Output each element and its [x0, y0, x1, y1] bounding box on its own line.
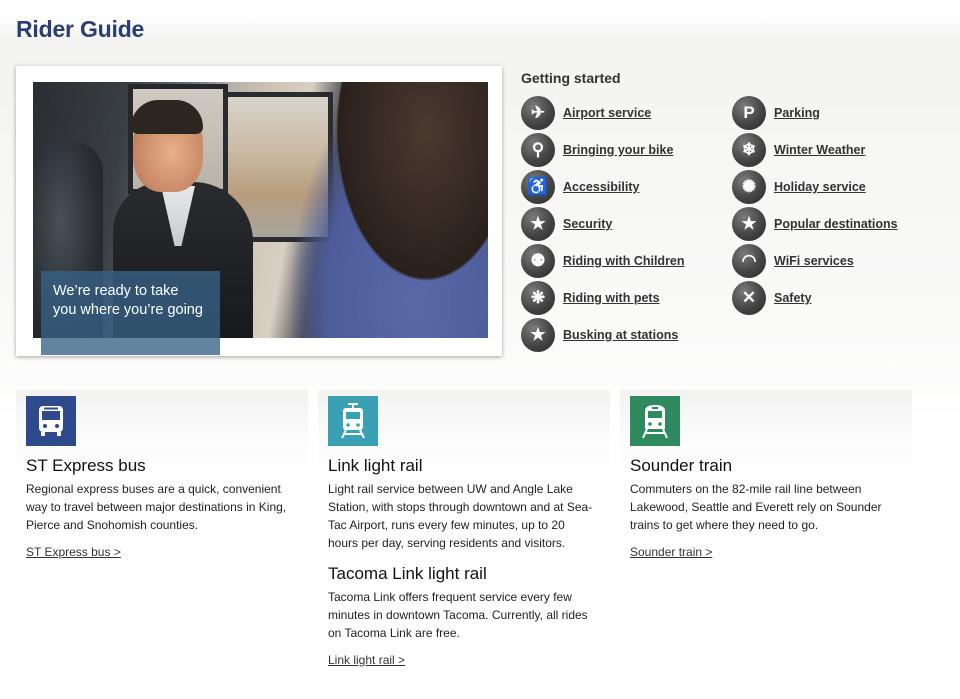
express-bus-card: ST Express bus Regional express buses ar…: [16, 390, 308, 690]
wifi-icon: ◠: [732, 244, 766, 278]
getting-started-link[interactable]: Busking at stations: [563, 328, 678, 342]
link-light-rail-card: Link light rail Light rail service betwe…: [318, 390, 610, 690]
getting-started-item[interactable]: ★ Popular destinations: [732, 207, 898, 241]
shield-icon: ★: [521, 207, 555, 241]
getting-started-link[interactable]: Holiday service: [774, 180, 866, 194]
getting-started-item[interactable]: ⚲ Bringing your bike: [521, 133, 673, 167]
wheelchair-icon: ♿: [521, 170, 555, 204]
passenger: [288, 82, 488, 338]
express-bus-link[interactable]: ST Express bus >: [26, 545, 121, 559]
getting-started-item[interactable]: ♿ Accessibility: [521, 170, 639, 204]
bicycle-icon: ⚲: [521, 133, 555, 167]
star-icon: ★: [732, 207, 766, 241]
getting-started-title: Getting started: [521, 70, 621, 86]
hero-caption: We’re ready to take you where you’re goi…: [53, 282, 223, 320]
card-title: Link light rail: [328, 456, 423, 475]
snowflake-icon: ❄: [732, 133, 766, 167]
getting-started-item[interactable]: ★ Security: [521, 207, 612, 241]
link-light-rail-link[interactable]: Link light rail >: [328, 653, 405, 667]
hero-caption-line: We’re ready to take: [53, 283, 179, 299]
bus-icon: [26, 396, 76, 446]
paw-icon: ❋: [521, 281, 555, 315]
getting-started-item[interactable]: ✕ Safety: [732, 281, 812, 315]
getting-started-item[interactable]: ✈ Airport service: [521, 96, 651, 130]
getting-started-link[interactable]: Accessibility: [563, 180, 639, 194]
getting-started-item[interactable]: ◠ WiFi services: [732, 244, 854, 278]
card-title: Sounder train: [630, 456, 733, 475]
getting-started-link[interactable]: Riding with pets: [563, 291, 660, 305]
getting-started-link[interactable]: Popular destinations: [774, 217, 898, 231]
getting-started-link[interactable]: Safety: [774, 291, 812, 305]
getting-started-item[interactable]: P Parking: [732, 96, 820, 130]
light-rail-icon: [328, 396, 378, 446]
getting-started-link[interactable]: Winter Weather: [774, 143, 865, 157]
safety-icon: ✕: [732, 281, 766, 315]
getting-started-link[interactable]: Airport service: [563, 106, 651, 120]
getting-started-link[interactable]: WiFi services: [774, 254, 854, 268]
hero-caption-line: you where you’re going: [53, 302, 203, 318]
airplane-icon: ✈: [521, 96, 555, 130]
card-title: ST Express bus: [26, 456, 146, 475]
sounder-train-link[interactable]: Sounder train >: [630, 545, 712, 559]
getting-started-link[interactable]: Bringing your bike: [563, 143, 673, 157]
train-icon: [630, 396, 680, 446]
getting-started-item[interactable]: ⚉ Riding with Children: [521, 244, 685, 278]
parking-icon: P: [732, 96, 766, 130]
getting-started-link[interactable]: Parking: [774, 106, 820, 120]
card-sub-description: Tacoma Link offers frequent service ever…: [328, 590, 588, 640]
card-subtitle: Tacoma Link light rail: [328, 564, 487, 583]
getting-started-item[interactable]: ✺ Holiday service: [732, 170, 866, 204]
light-rail-icon-graphic: [341, 403, 365, 439]
getting-started-item[interactable]: ❋ Riding with pets: [521, 281, 660, 315]
getting-started-link[interactable]: Riding with Children: [563, 254, 685, 268]
driver-hair: [131, 100, 203, 134]
train-icon-graphic: [642, 405, 668, 439]
sounder-train-card: Sounder train Commuters on the 82-mile r…: [620, 390, 912, 690]
getting-started-link[interactable]: Security: [563, 217, 612, 231]
card-description: Light rail service between UW and Angle …: [328, 482, 593, 550]
family-icon: ⚉: [521, 244, 555, 278]
card-description: Regional express buses are a quick, conv…: [26, 482, 287, 532]
burst-icon: ✺: [732, 170, 766, 204]
card-description: Commuters on the 82-mile rail line betwe…: [630, 482, 882, 532]
page-title: Rider Guide: [16, 16, 145, 42]
getting-started-item[interactable]: ❄ Winter Weather: [732, 133, 865, 167]
bus-icon-graphic: [39, 406, 63, 436]
star-icon: ★: [521, 318, 555, 352]
getting-started-item[interactable]: ★ Busking at stations: [521, 318, 678, 352]
